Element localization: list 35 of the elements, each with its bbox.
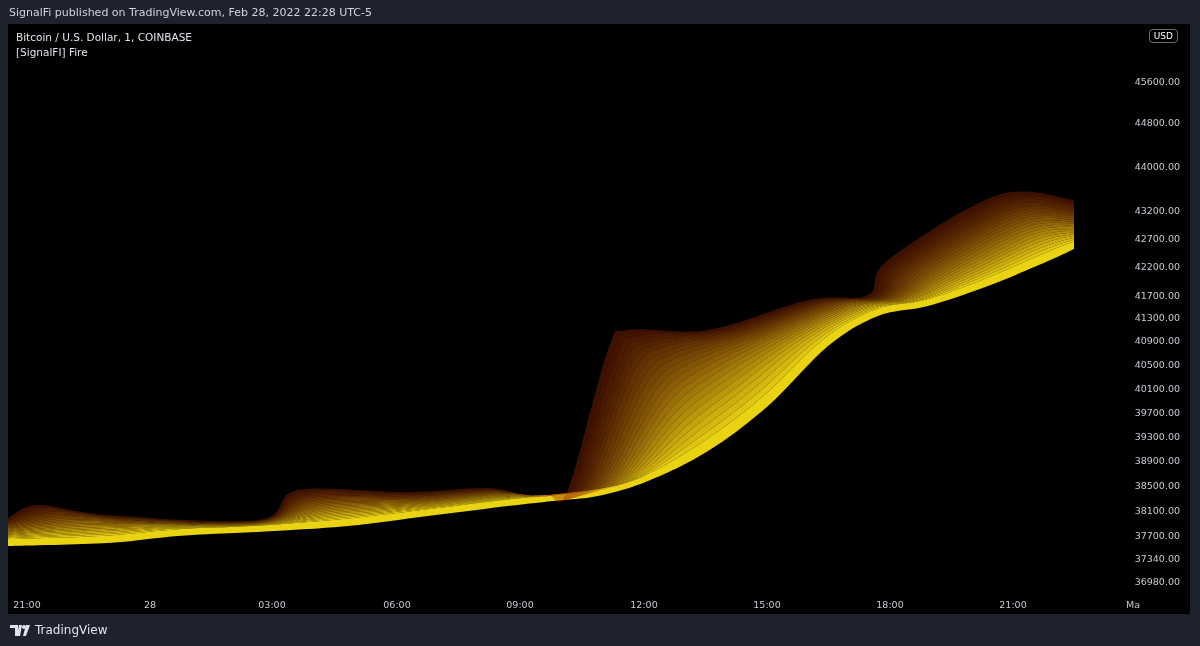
price-label: 42700.00: [1134, 232, 1180, 244]
time-label: 12:00: [630, 599, 658, 610]
price-label: 37700.00: [1134, 529, 1180, 541]
price-label: 40100.00: [1134, 382, 1180, 394]
price-label: 40500.00: [1134, 358, 1180, 370]
price-label: 39700.00: [1134, 406, 1180, 418]
price-label: 38100.00: [1134, 504, 1180, 516]
price-label: 41300.00: [1134, 311, 1180, 323]
currency-badge[interactable]: USD: [1148, 29, 1178, 43]
price-label: 44800.00: [1134, 116, 1180, 128]
time-label: 18:00: [876, 599, 904, 610]
time-label: 09:00: [506, 599, 534, 610]
time-label: 21:00: [13, 599, 41, 610]
time-label: Ma: [1126, 599, 1140, 610]
price-label: 36980.00: [1134, 575, 1180, 587]
brand-name: TradingView: [35, 623, 108, 637]
price-label: 37340.00: [1134, 552, 1180, 564]
time-label: 21:00: [999, 599, 1027, 610]
price-label: 40900.00: [1134, 334, 1180, 346]
price-label: 43200.00: [1134, 204, 1180, 216]
logo-icon: [10, 624, 30, 636]
symbol-title: Bitcoin / U.S. Dollar, 1, COINBASE: [16, 31, 192, 43]
price-label: 41700.00: [1134, 289, 1180, 301]
price-label: 42200.00: [1134, 260, 1180, 272]
price-label: 38900.00: [1134, 454, 1180, 466]
time-label: 28: [143, 599, 157, 610]
time-label: 15:00: [753, 599, 781, 610]
price-label: 39300.00: [1134, 430, 1180, 442]
time-label: 03:00: [258, 599, 286, 610]
price-label: 38500.00: [1134, 479, 1180, 491]
publish-info: SignalFi published on TradingView.com, Feb 28, 2022 22:28 UTC-5: [9, 5, 372, 19]
time-label: 06:00: [383, 599, 411, 610]
price-label: 44000.00: [1134, 160, 1180, 172]
price-label: 45600.00: [1134, 75, 1180, 87]
indicator-name: [SignalFI] Fire: [16, 46, 89, 58]
